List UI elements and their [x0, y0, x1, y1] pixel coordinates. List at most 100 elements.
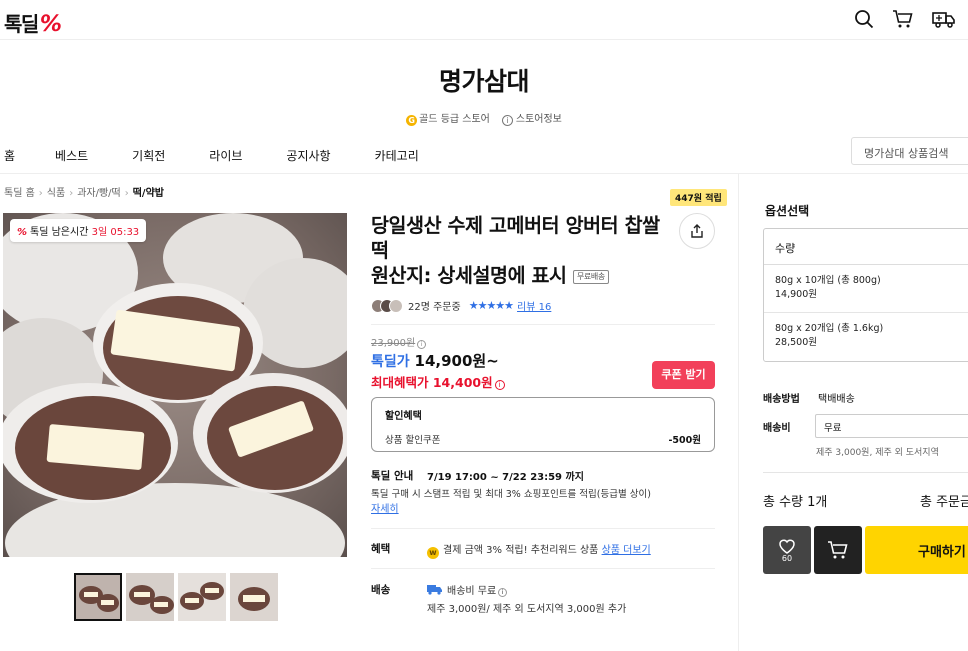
delivery-truck-icon[interactable] — [932, 9, 956, 29]
option-separator — [764, 312, 968, 313]
nav-home[interactable]: 홈 — [4, 147, 15, 164]
option-name: 80g x 20개입 (총 1.6kg) — [775, 323, 884, 334]
get-coupon-button[interactable]: 쿠폰 받기 — [652, 361, 715, 389]
nav-best[interactable]: 베스트 — [55, 147, 88, 164]
cart-icon[interactable] — [892, 9, 914, 29]
info-icon[interactable]: i — [498, 588, 508, 597]
discount-title: 할인혜택 — [385, 411, 422, 422]
ship-method-value: 택배배송 — [818, 394, 855, 405]
store-info-label: 스토어정보 — [515, 114, 562, 125]
breadcrumb-current[interactable]: 떡/약밥 — [133, 188, 164, 199]
social-proof: 22명 주문중 ★★★★★ 리뷰 16 — [371, 298, 551, 313]
benefit-more-link[interactable]: 상품 더보기 — [602, 545, 651, 556]
logo-text: 톡딜 — [4, 12, 39, 36]
sale-price: 톡딜가 14,900원~ — [371, 350, 499, 371]
benefit-text: 결제 금액 3% 적립! 추천리워드 상품 — [443, 545, 599, 556]
breadcrumb-item[interactable]: 식품 — [47, 188, 65, 199]
ship-fee-select[interactable]: 무료 — [815, 414, 968, 438]
breadcrumb: 톡딜 홈 › 식품 › 과자/빵/떡 › 떡/약밥 — [4, 184, 164, 199]
store-nav: 홈 베스트 기획전 라이브 공지사항 카테고리 — [4, 147, 463, 164]
total-price-label: 총 주문금 — [920, 495, 968, 510]
thumbnail-2[interactable] — [126, 573, 174, 621]
nav-live[interactable]: 라이브 — [209, 147, 242, 164]
header-divider — [0, 39, 968, 40]
add-to-cart-button[interactable] — [814, 526, 862, 574]
thumbnail-strip — [74, 573, 278, 621]
buyer-avatars — [371, 298, 403, 313]
ship-fee-label: 배송비 — [763, 423, 791, 434]
logo-percent-mark: % — [39, 12, 62, 37]
option-list: 수량 80g x 10개입 (총 800g) 14,900원 80g x 20개… — [763, 228, 968, 362]
wishlist-count: 60 — [781, 553, 793, 563]
breadcrumb-item[interactable]: 과자/빵/떡 — [77, 188, 121, 199]
talkdeal-desc: 톡딜 구매 시 스탬프 적립 및 최대 3% 쇼핑포인트를 적립(등급별 상이) — [371, 489, 651, 500]
max-benefit-value: 최대혜택가 14,400원 — [371, 375, 493, 390]
option-head[interactable]: 수량 — [764, 229, 968, 265]
talkdeal-logo[interactable]: 톡딜% — [4, 8, 62, 37]
info-icon[interactable]: i — [417, 340, 427, 349]
cart-icon — [828, 541, 848, 559]
delivery-fee-row: 배송비 무료 i — [427, 582, 508, 597]
thumbnail-4[interactable] — [230, 573, 278, 621]
talkdeal-period: 7/19 17:00 ~ 7/22 23:59 까지 — [427, 472, 584, 483]
benefit-row: w 결제 금액 3% 적립! 추천리워드 상품 상품 더보기 — [427, 541, 651, 559]
option-item[interactable]: 80g x 20개입 (총 1.6kg) 28,500원 — [775, 322, 883, 350]
divider — [371, 324, 715, 325]
chevron-right-icon: › — [69, 188, 74, 199]
original-price-value: 23,900원 — [371, 338, 416, 349]
store-grade: G 골드 등급 스토어 — [406, 110, 490, 126]
ship-fee-note: 제주 3,000원, 제주 외 도서지역 — [816, 448, 939, 458]
review-link[interactable]: 리뷰 16 — [517, 298, 551, 313]
order-count: 22명 주문중 — [408, 302, 461, 313]
panel-divider — [738, 174, 739, 651]
thumbnail-3[interactable] — [178, 573, 226, 621]
timer-value: 3일 05:33 — [91, 227, 140, 238]
free-shipping-tag: 무료배송 — [572, 270, 609, 284]
deal-timer-badge: % 톡딜 남은시간 3일 05:33 — [10, 219, 147, 242]
product-title-line2: 원산지: 상세설명에 표시 — [371, 264, 567, 287]
sale-price-value: 14,900원~ — [414, 352, 499, 370]
discount-amount: -500원 — [668, 435, 701, 446]
talkdeal-info-label: 톡딜 안내 — [371, 470, 414, 482]
store-search-input[interactable]: 명가삼대 상품검색 — [851, 137, 968, 165]
store-meta: G 골드 등급 스토어 i 스토어정보 — [0, 110, 968, 126]
chevron-right-icon: › — [124, 188, 129, 199]
nav-category[interactable]: 카테고리 — [375, 147, 419, 164]
info-icon[interactable]: i — [494, 380, 505, 390]
benefit-label: 혜택 — [371, 543, 391, 555]
store-info-link[interactable]: i 스토어정보 — [501, 110, 562, 126]
heart-icon — [779, 539, 795, 554]
option-item[interactable]: 80g x 10개입 (총 800g) 14,900원 — [775, 274, 881, 302]
option-name: 80g x 10개입 (총 800g) — [775, 275, 881, 286]
search-icon[interactable] — [854, 9, 874, 29]
nav-special[interactable]: 기획전 — [132, 147, 165, 164]
header-icons — [854, 9, 956, 29]
nav-notice[interactable]: 공지사항 — [286, 147, 330, 164]
option-price: 14,900원 — [775, 289, 817, 300]
panel-divider — [763, 472, 968, 473]
option-title: 옵션선택 — [765, 204, 810, 218]
discount-box: 할인혜택 상품 할인쿠폰 -500원 — [371, 397, 715, 452]
thumbnail-1[interactable] — [74, 573, 122, 621]
reward-coin-icon: w — [427, 547, 439, 559]
talkdeal-percent-icon: % — [17, 227, 28, 238]
buy-button[interactable]: 구매하기 — [865, 526, 968, 574]
breadcrumb-item[interactable]: 톡딜 홈 — [4, 188, 35, 199]
delivery-fee: 배송비 무료 — [447, 586, 497, 597]
sale-label: 톡딜가 — [371, 354, 410, 370]
talkdeal-detail-link[interactable]: 자세히 — [371, 500, 399, 515]
delivery-note: 제주 3,000원/ 제주 외 도서지역 3,000원 추가 — [427, 604, 627, 615]
delivery-truck-icon — [427, 585, 447, 597]
gold-grade-icon: G — [406, 115, 418, 126]
discount-item: 상품 할인쿠폰 — [385, 435, 441, 446]
original-price: 23,900원 i — [371, 334, 427, 349]
delivery-label: 배송 — [371, 584, 391, 596]
share-button[interactable] — [679, 213, 715, 249]
product-main-image[interactable] — [3, 213, 347, 557]
store-name: 명가삼대 — [438, 67, 530, 96]
divider — [371, 528, 715, 529]
ship-method-label: 배송방법 — [763, 394, 800, 405]
product-title-line1: 당일생산 수제 고메버터 앙버터 찹쌀떡 — [371, 214, 660, 262]
wishlist-button[interactable]: 60 — [763, 526, 811, 574]
product-title: 당일생산 수제 고메버터 앙버터 찹쌀떡 원산지: 상세설명에 표시 무료배송 — [371, 213, 661, 288]
